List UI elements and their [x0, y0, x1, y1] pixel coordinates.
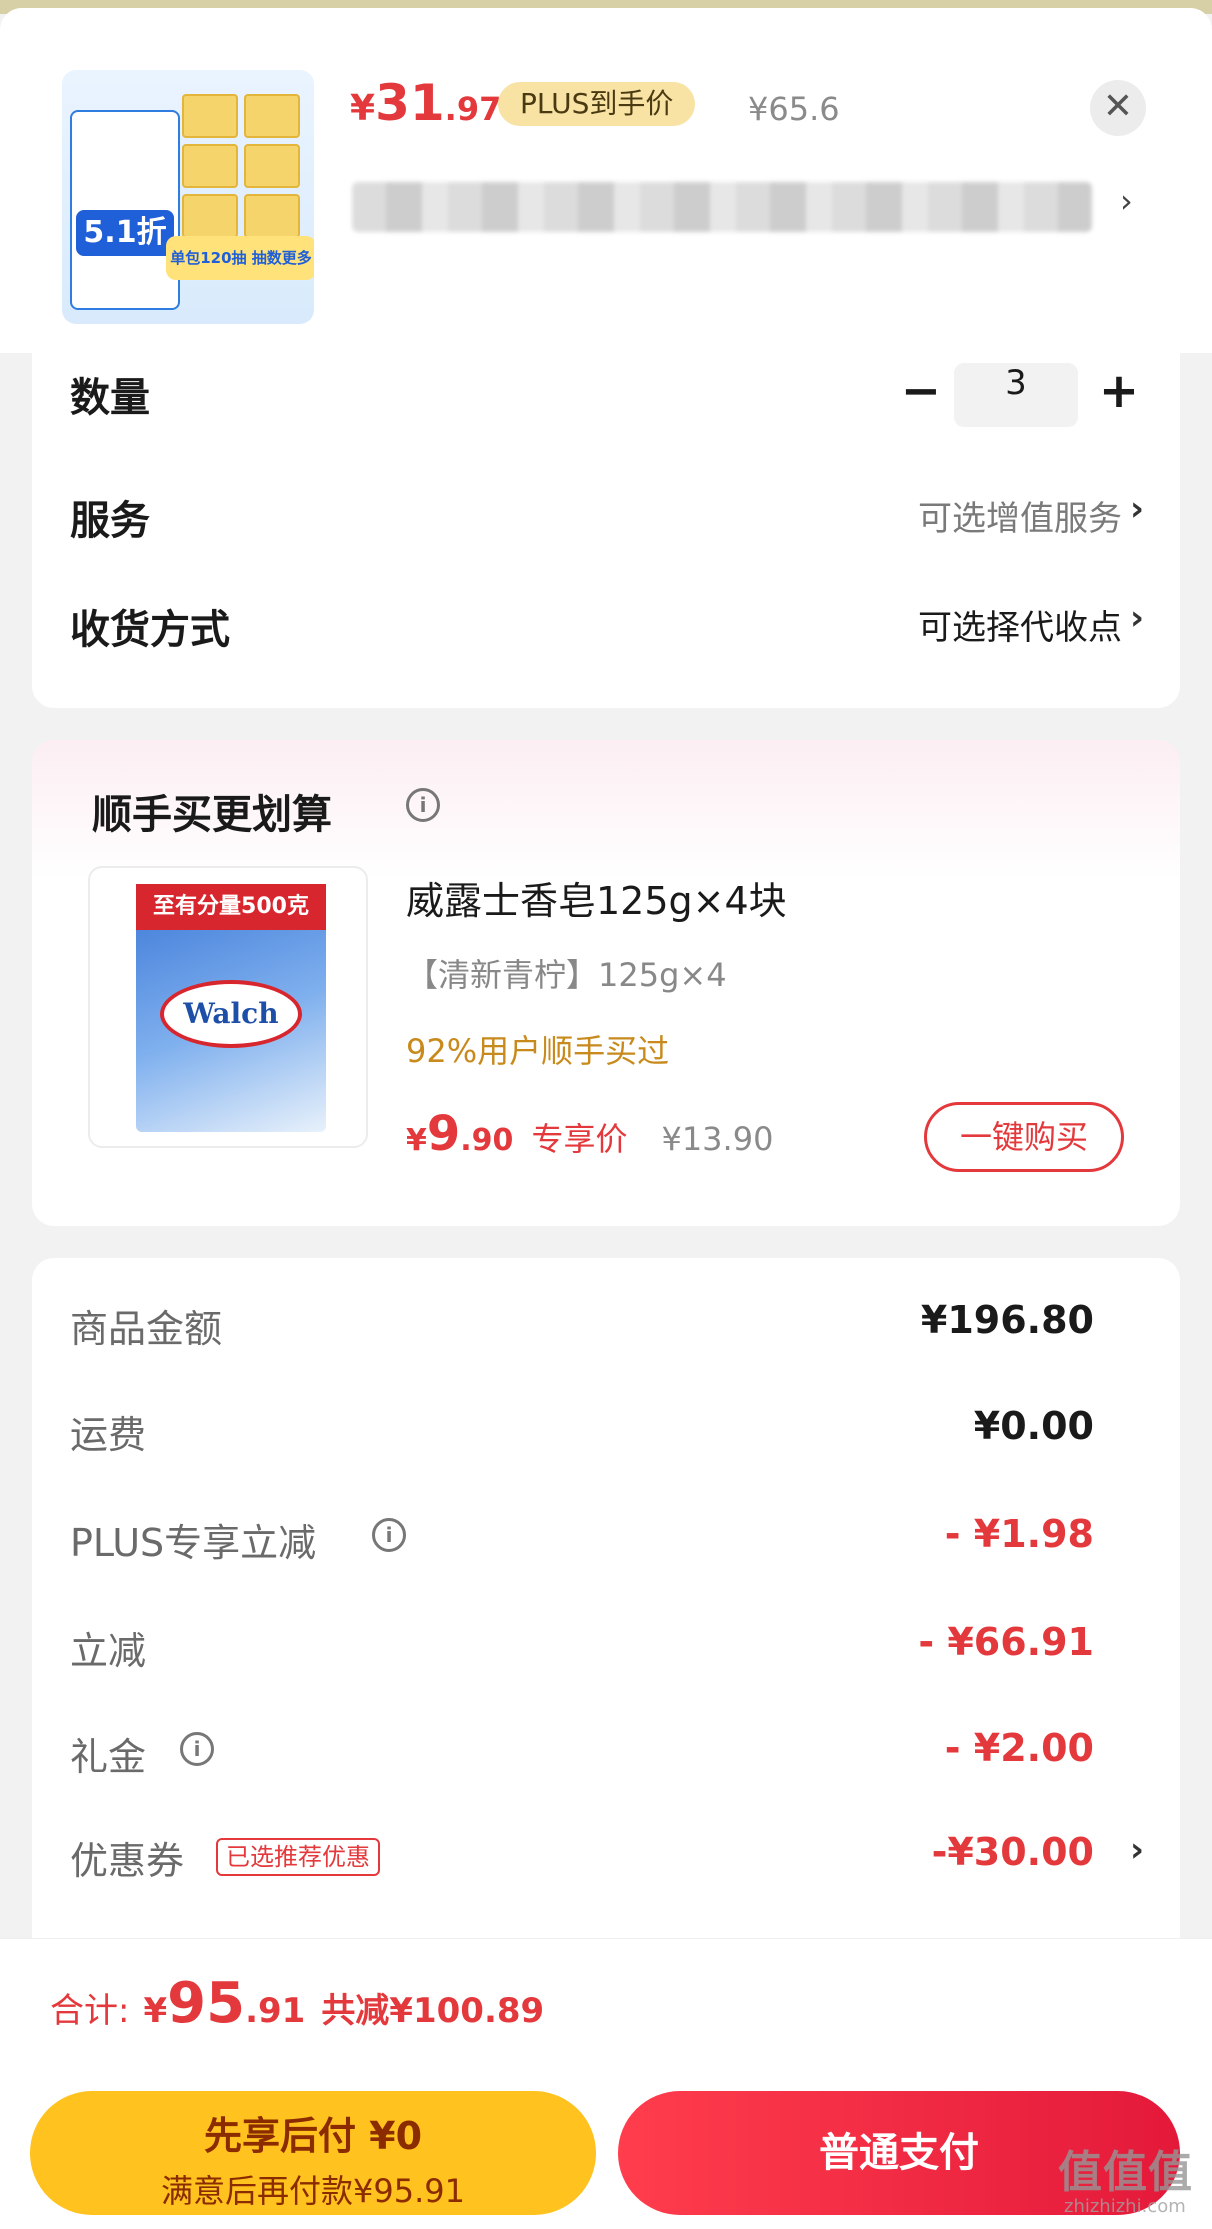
price-symbol: ¥ [350, 88, 376, 129]
thumb-discount-badge: 5.1折 [76, 210, 174, 256]
quantity-label: 数量 [70, 375, 150, 421]
price-integer: 31 [375, 74, 445, 132]
coupon-row[interactable]: 优惠券 已选推荐优惠 -¥30.00 › [32, 1830, 1180, 1890]
addon-price-symbol: ¥ [406, 1123, 427, 1158]
price-decimal: .97 [444, 90, 502, 128]
coupon-tag: 已选推荐优惠 [216, 1838, 380, 1876]
addon-old-price: ¥13.90 [661, 1120, 774, 1158]
delivery-value[interactable]: 可选择代收点 [918, 600, 1122, 649]
addon-card: 顺手买更划算 i 至有分量500克 Walch 威露士香皂125g×4块 【清新… [32, 740, 1180, 1226]
thumb-banner: 单包120抽 抽数更多 [166, 236, 314, 280]
total-row: 合计: ¥ 95 .91 共减¥100.89 [50, 1971, 544, 2036]
summary-value: -¥30.00 [931, 1830, 1094, 1874]
summary-label: 立减 [70, 1629, 147, 1673]
total-integer: 95 [167, 1971, 246, 2036]
checkout-footer: 合计: ¥ 95 .91 共减¥100.89 先享后付 ¥0 满意后再付款¥95… [0, 1938, 1212, 2229]
quantity-minus-button[interactable]: − [894, 365, 948, 419]
addon-price-decimal: .90 [460, 1123, 514, 1158]
watermark: 值值值 [1058, 2147, 1193, 2198]
one-click-buy-button[interactable]: 一键购买 [924, 1102, 1124, 1172]
pay-later-subtitle: 满意后再付款¥95.91 [161, 2172, 465, 2210]
quantity-plus-button[interactable]: + [1092, 365, 1146, 419]
summary-value: - ¥66.91 [918, 1620, 1094, 1664]
price-summary-card: 商品金额 ¥196.80 运费 ¥0.00 PLUS专享立减 i - ¥1.98… [32, 1258, 1180, 1938]
addon-purchase-hint: 92%用户顺手买过 [406, 1032, 670, 1070]
summary-value: ¥196.80 [920, 1298, 1094, 1342]
info-icon[interactable]: i [406, 788, 440, 822]
addon-price-integer: 9 [426, 1106, 461, 1162]
addon-price: ¥ 9 .90 专享价 ¥13.90 [406, 1106, 773, 1162]
chevron-right-icon[interactable]: › [1130, 598, 1144, 638]
chevron-right-icon[interactable]: › [1130, 1830, 1144, 1870]
service-label: 服务 [70, 498, 150, 544]
addon-product-spec: 【清新青柠】125g×4 [406, 956, 727, 994]
product-thumbnail[interactable]: 5.1折 单包120抽 抽数更多 [62, 70, 314, 324]
product-header: 5.1折 单包120抽 抽数更多 ¥ 31 .97 PLUS到手价 ¥65.6 … [0, 8, 1212, 353]
soap-box-image: 至有分量500克 Walch [136, 884, 326, 1132]
summary-label: 运费 [70, 1413, 147, 1457]
delivery-label: 收货方式 [70, 607, 230, 653]
summary-label: 商品金额 [70, 1307, 223, 1351]
addon-price-tag: 专享价 [531, 1120, 628, 1158]
quantity-input[interactable]: 3 [954, 363, 1078, 427]
service-value[interactable]: 可选增值服务 [918, 491, 1122, 540]
info-icon[interactable]: i [180, 1732, 214, 1766]
addon-product-name[interactable]: 威露士香皂125g×4块 [406, 870, 787, 925]
plus-price: ¥ 31 .97 [350, 74, 501, 134]
total-symbol: ¥ [143, 1991, 168, 2031]
pay-later-button[interactable]: 先享后付 ¥0 满意后再付款¥95.91 [30, 2091, 596, 2215]
summary-label: 优惠券 [70, 1839, 185, 1883]
chevron-right-icon[interactable]: › [1130, 489, 1144, 529]
walch-logo: Walch [160, 980, 302, 1048]
soap-box-banner: 至有分量500克 [136, 884, 326, 930]
summary-value: - ¥2.00 [944, 1726, 1094, 1770]
watermark-url: zhizhizhi.com [1064, 2196, 1186, 2217]
summary-label: 礼金 [70, 1735, 147, 1779]
blurred-product-title[interactable] [352, 182, 1092, 232]
total-label: 合计: [50, 1991, 130, 2031]
close-button[interactable]: ✕ [1090, 80, 1146, 136]
total-decimal: .91 [245, 1991, 306, 2031]
addon-title: 顺手买更划算 [92, 792, 332, 838]
info-icon[interactable]: i [372, 1518, 406, 1552]
pay-later-title: 先享后付 ¥0 [203, 2114, 423, 2158]
total-saved: 共减¥100.89 [321, 1991, 545, 2031]
summary-value: ¥0.00 [973, 1404, 1094, 1448]
summary-value: - ¥1.98 [944, 1512, 1094, 1556]
summary-label: PLUS专享立减 [70, 1521, 317, 1565]
options-card: 数量 − 3 + 服务 可选增值服务 › 收货方式 可选择代收点 › [32, 353, 1180, 708]
original-price: ¥65.6 [748, 90, 840, 128]
plus-price-tag: PLUS到手价 [498, 82, 696, 126]
close-icon: ✕ [1102, 86, 1134, 127]
chevron-right-icon[interactable]: › [1120, 182, 1133, 220]
addon-product-image[interactable]: 至有分量500克 Walch [88, 866, 368, 1148]
